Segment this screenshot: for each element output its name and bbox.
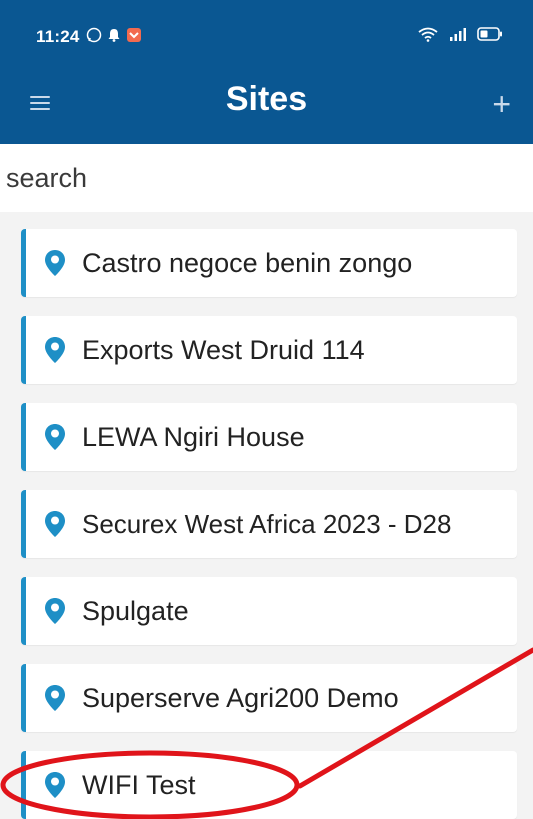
wifi-6-icon — [418, 27, 438, 42]
status-icons-right — [417, 26, 503, 42]
notification-bell-icon — [108, 29, 120, 42]
signal-icon — [450, 28, 466, 41]
location-pin-icon — [45, 685, 65, 711]
list-item[interactable]: Spulgate — [21, 577, 517, 645]
list-item[interactable]: Securex West Africa 2023 - D28 — [21, 490, 517, 558]
search-input[interactable] — [6, 156, 516, 200]
status-icons-left — [86, 27, 142, 43]
list-item[interactable]: Castro negoce benin zongo — [21, 229, 517, 297]
app-bar: Sites + — [0, 64, 533, 144]
location-pin-icon — [45, 337, 65, 363]
page-title: Sites — [225, 80, 308, 118]
site-list: Castro negoce benin zongo Exports West D… — [0, 212, 533, 819]
whatsapp-icon — [86, 27, 102, 43]
site-name: WIFI Test — [82, 770, 196, 800]
status-time: 11:24 — [36, 27, 80, 46]
site-name: Spulgate — [82, 596, 189, 626]
list-item[interactable]: WIFI Test — [21, 751, 517, 819]
site-name: Exports West Druid 114 — [82, 335, 365, 365]
location-pin-icon — [45, 598, 65, 624]
site-name: LEWA Ngiri House — [82, 422, 305, 452]
site-name: Securex West Africa 2023 - D28 — [82, 509, 452, 539]
list-item[interactable]: Superserve Agri200 Demo — [21, 664, 517, 732]
list-item[interactable]: Exports West Druid 114 — [21, 316, 517, 384]
location-pin-icon — [45, 772, 65, 798]
search-bar — [0, 144, 533, 212]
location-pin-icon — [45, 511, 65, 537]
app-badge-icon — [127, 28, 141, 42]
list-item[interactable]: LEWA Ngiri House — [21, 403, 517, 471]
site-name: Castro negoce benin zongo — [82, 248, 413, 278]
add-site-button[interactable]: + — [492, 84, 511, 124]
location-pin-icon — [45, 424, 65, 450]
status-bar: 11:24 — [0, 0, 533, 64]
site-name: Superserve Agri200 Demo — [82, 683, 399, 713]
battery-icon — [477, 27, 502, 41]
location-pin-icon — [45, 250, 65, 276]
